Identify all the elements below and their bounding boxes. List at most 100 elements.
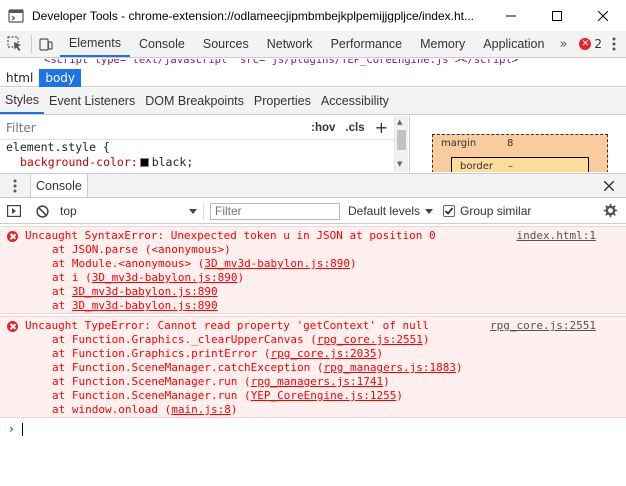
- box-model-border[interactable]: border –: [451, 157, 589, 172]
- gear-icon: [603, 203, 618, 218]
- rule-declaration[interactable]: background-color: black;: [6, 155, 408, 170]
- rule-value: black;: [151, 155, 194, 169]
- devtools-menu-button[interactable]: [602, 31, 626, 57]
- breadcrumb-html[interactable]: html: [0, 69, 39, 87]
- frame-text: at Function.SceneManager.run (: [52, 375, 251, 388]
- error-text: Uncaught SyntaxError: Unexpected token u…: [25, 229, 436, 242]
- hov-toggle[interactable]: :hov: [311, 122, 335, 134]
- context-value: top: [60, 204, 77, 218]
- frame-location-link[interactable]: rpg_managers.js:1741: [251, 375, 383, 388]
- console-empty-area[interactable]: [0, 438, 626, 486]
- kebab-menu-icon: [612, 37, 616, 51]
- color-swatch[interactable]: [139, 158, 149, 167]
- log-levels-dropdown[interactable]: Default levels: [348, 204, 434, 218]
- frame-text: at Function.Graphics._clearUpperCanvas (: [52, 333, 317, 346]
- scrollbar-thumb[interactable]: [397, 130, 406, 150]
- frame-suffix: ): [350, 257, 357, 270]
- frame-location-link[interactable]: 3D_mv3d-babylon.js:890: [72, 285, 218, 298]
- tab-accessibility[interactable]: Accessibility: [316, 88, 394, 114]
- console-settings-button[interactable]: [603, 203, 618, 221]
- tab-sources[interactable]: Sources: [194, 31, 258, 57]
- breadcrumb-body[interactable]: body: [39, 68, 82, 87]
- stack-frame: at Function.SceneManager.run (rpg_manage…: [52, 375, 390, 389]
- tab-memory[interactable]: Memory: [411, 31, 474, 57]
- frame-location-link[interactable]: 3D_mv3d-babylon.js:890: [204, 257, 350, 270]
- frame-location-link[interactable]: 3D_mv3d-babylon.js:890: [72, 299, 218, 312]
- box-model-margin[interactable]: margin 8 border –: [432, 134, 608, 172]
- tab-performance[interactable]: Performance: [322, 31, 412, 57]
- window-title: Developer Tools - chrome-extension://odl…: [32, 8, 474, 23]
- frame-location-link[interactable]: rpg_core.js:2551: [317, 333, 423, 346]
- close-window-button[interactable]: [580, 0, 626, 31]
- tab-dom-breakpoints[interactable]: DOM Breakpoints: [140, 88, 249, 114]
- new-style-rule-button[interactable]: +: [375, 118, 388, 137]
- minimize-button[interactable]: [488, 0, 534, 31]
- console-prompt[interactable]: ›: [0, 420, 626, 438]
- device-toolbar-button[interactable]: [32, 35, 60, 53]
- frame-suffix: ): [230, 403, 238, 416]
- tab-event-listeners[interactable]: Event Listeners: [44, 88, 140, 114]
- border-value[interactable]: –: [508, 161, 513, 172]
- stack-frame: at Function.Graphics._clearUpperCanvas (…: [52, 333, 430, 347]
- frame-suffix: ): [422, 333, 430, 346]
- prompt-chevron-icon: ›: [9, 422, 14, 436]
- error-count: 2: [594, 37, 603, 51]
- frame-suffix: ): [396, 389, 404, 402]
- frame-location-link[interactable]: rpg_managers.js:1883: [324, 361, 456, 374]
- cls-toggle[interactable]: .cls: [345, 122, 364, 134]
- clear-console-button[interactable]: [28, 199, 56, 224]
- more-tabs-button[interactable]: »: [553, 31, 573, 57]
- tab-application[interactable]: Application: [474, 31, 553, 57]
- frame-text: at: [52, 285, 72, 298]
- rule-selector: element.style {: [6, 140, 110, 154]
- stack-frame: at Function.Graphics.printError (rpg_cor…: [52, 347, 383, 361]
- frame-location-link[interactable]: YEP_CoreEngine.js:1255: [251, 389, 397, 402]
- styles-tab-bar: Styles Event Listeners DOM Breakpoints P…: [0, 88, 626, 115]
- stack-frame: at 3D_mv3d-babylon.js:890: [52, 299, 218, 313]
- source-link[interactable]: rpg_core.js:2551: [490, 319, 596, 333]
- styles-filter-input[interactable]: Filter: [6, 121, 311, 135]
- drawer-menu-button[interactable]: [0, 174, 30, 197]
- margin-label: margin: [441, 138, 477, 149]
- console-filter-input[interactable]: Filter: [210, 202, 340, 220]
- scroll-up-arrow-icon[interactable]: ▲: [397, 118, 402, 126]
- tab-network[interactable]: Network: [258, 31, 322, 57]
- minimize-icon: [506, 15, 516, 16]
- maximize-button[interactable]: [534, 0, 580, 31]
- margin-value[interactable]: 8: [507, 138, 513, 149]
- dom-tree-peek: <script type="text/javascript" src="js/p…: [0, 59, 626, 69]
- frame-location-link[interactable]: 3D_mv3d-babylon.js:890: [92, 271, 238, 284]
- error-text: Uncaught TypeError: Cannot read property…: [25, 319, 429, 332]
- source-link[interactable]: index.html:1: [517, 229, 596, 243]
- sidebar-play-icon: [7, 205, 21, 217]
- context-selector[interactable]: top: [60, 202, 204, 220]
- frame-text: at Module.<anonymous> (: [52, 257, 205, 270]
- frame-location-link[interactable]: rpg_core.js:2035: [271, 347, 377, 360]
- drawer-tab-console[interactable]: Console: [30, 174, 88, 197]
- inspect-element-button[interactable]: [0, 35, 32, 53]
- box-model-pane: margin 8 border –: [409, 116, 626, 172]
- frame-suffix: ): [383, 375, 390, 388]
- tab-elements[interactable]: Elements: [59, 31, 130, 57]
- tab-styles[interactable]: Styles: [0, 88, 45, 114]
- close-drawer-button[interactable]: [600, 177, 618, 195]
- device-icon: [39, 38, 53, 51]
- group-similar-checkbox[interactable]: [443, 205, 456, 217]
- frame-text: at Function.SceneManager.catchException …: [52, 361, 324, 374]
- console-message-error[interactable]: Uncaught TypeError: Cannot read property…: [0, 316, 626, 418]
- stack-frame: at window.onload (main.js:8): [52, 403, 237, 417]
- error-count-badge[interactable]: ✕ 2: [579, 31, 602, 57]
- styles-scrollbar[interactable]: ▲ ▼: [394, 116, 408, 172]
- drawer-header: Console: [0, 173, 626, 198]
- scroll-down-arrow-icon[interactable]: ▼: [397, 160, 402, 168]
- toggle-sidebar-button[interactable]: [0, 199, 28, 224]
- rule-property: background-color:: [20, 155, 138, 169]
- group-similar-toggle[interactable]: Group similar: [443, 204, 531, 218]
- frame-text: at Function.SceneManager.run (: [52, 389, 251, 402]
- frame-text: at i (: [52, 271, 92, 284]
- kebab-menu-icon: [13, 179, 17, 192]
- frame-location-link[interactable]: main.js:8: [171, 403, 231, 416]
- tab-properties[interactable]: Properties: [249, 88, 316, 114]
- tab-console[interactable]: Console: [130, 31, 194, 57]
- console-message-error[interactable]: Uncaught SyntaxError: Unexpected token u…: [0, 226, 626, 314]
